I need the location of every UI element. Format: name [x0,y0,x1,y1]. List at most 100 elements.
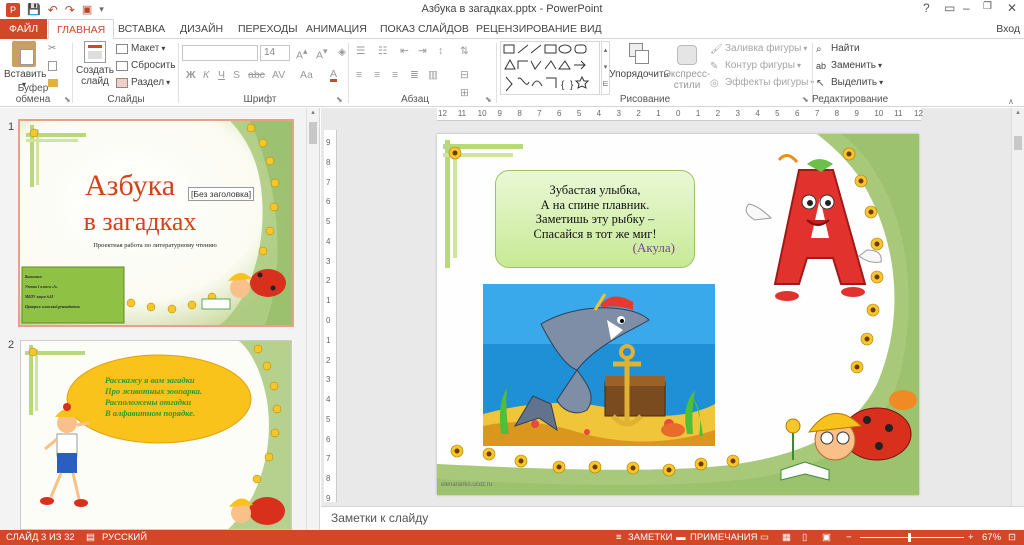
tab-insert[interactable]: ВСТАВКА [116,19,167,39]
copy-button[interactable] [48,61,60,71]
quick-styles-button[interactable]: Экспресс- стили [662,41,712,91]
fit-to-window-icon[interactable]: ⊡ [1008,532,1016,543]
tab-animations[interactable]: АНИМАЦИЯ [304,19,369,39]
zoom-level[interactable]: 67% [982,532,1001,543]
select-button[interactable]: ↖ Выделить ▾ [816,77,883,89]
shadow-button[interactable]: S [233,69,240,81]
shape-effects-label: Эффекты фигуры [725,77,809,88]
find-button[interactable]: ⌕ Найти [816,43,860,55]
font-name-input[interactable] [182,45,258,61]
author-line-4: Проверил: классный руководитель [25,305,81,309]
strikethrough-button[interactable]: abc [248,69,265,81]
arrange-button[interactable]: Упорядочить [600,41,670,80]
font-size-input[interactable]: 14 [260,45,290,61]
notes-pane[interactable]: Заметки к слайду [321,506,1024,530]
scroll-thumb[interactable] [309,122,317,144]
restore-button[interactable]: ❐ [983,1,992,12]
section-button[interactable]: Раздел ▾ [116,77,170,88]
slide-counter: СЛАЙД 3 ИЗ 32 [6,532,75,543]
cut-button[interactable]: ✂ [48,43,63,54]
minimize-button[interactable]: – [963,1,970,15]
shape-fill-button[interactable]: 🖌 Заливка фигуры ▾ [710,43,807,55]
zoom-out-button[interactable]: − [846,532,852,543]
align-left-icon[interactable]: ≡ [356,69,362,81]
scroll-up-icon[interactable]: ▴ [307,108,319,116]
columns-icon[interactable]: ▥ [428,69,438,81]
tab-design[interactable]: ДИЗАЙН [178,19,225,39]
align-center-icon[interactable]: ≡ [374,69,380,81]
zoom-slider-thumb[interactable] [908,533,911,542]
underline-button[interactable]: Ч [218,69,225,81]
grow-font-button[interactable]: A▴ [296,46,307,62]
paragraph-launcher-icon[interactable]: ⬊ [485,95,492,104]
layout-icon [116,43,128,54]
quick-styles-icon [675,41,699,67]
help-button[interactable]: ? [923,1,930,15]
ruler-tick-label: 1 [656,109,661,118]
ruler-tick-label: 3 [616,109,621,118]
change-case-button[interactable]: Aa [300,69,313,81]
font-launcher-icon[interactable]: ⬊ [336,95,343,104]
shape-outline-button[interactable]: ✎ Контур фигуры ▾ [710,60,801,72]
justify-icon[interactable]: ≣ [410,69,419,81]
tab-review[interactable]: РЕЦЕНЗИРОВАНИЕ [474,19,579,39]
ruler-tick-label: 1 [695,109,701,118]
current-slide[interactable]: Зубастая улыбка, А на спине плавник. Зам… [437,134,919,495]
collapse-ribbon-icon[interactable]: ∧ [1008,97,1014,106]
ruler-tick-label: 4 [596,109,602,118]
reset-button[interactable]: Сбросить [116,60,175,71]
tab-home[interactable]: ГЛАВНАЯ [48,19,115,40]
ruler-tick-label: 6 [557,109,562,118]
replace-button[interactable]: ab Заменить ▾ [816,60,882,71]
increase-indent-icon[interactable]: ⇥ [418,45,427,57]
clear-format-icon[interactable]: ◈ [338,46,346,58]
new-slide-button[interactable]: Создать слайд [76,41,114,87]
paste-button[interactable]: Вставить ▾ [4,41,46,89]
scroll-thumb[interactable] [1014,136,1022,150]
clipboard-launcher-icon[interactable]: ⬊ [64,95,71,104]
align-text-icon[interactable]: ⊟ [460,69,469,81]
ruler-tick-label: 8 [517,109,522,118]
svg-text:}: } [570,80,574,91]
layout-button[interactable]: Макет ▾ [116,43,165,54]
text-direction-icon[interactable]: ⇅ [460,45,469,57]
line-spacing-icon[interactable]: ↕ [438,45,443,57]
scroll-up-icon[interactable]: ▴ [1012,108,1024,116]
numbering-icon[interactable]: ☷ [378,45,387,57]
align-right-icon[interactable]: ≡ [392,69,398,81]
tab-view[interactable]: ВИД [578,19,604,39]
normal-view-icon[interactable]: ▭ [760,532,769,543]
comments-toggle[interactable]: ПРИМЕЧАНИЯ [690,532,757,543]
close-button[interactable]: ✕ [1007,1,1017,15]
riddle-line-4: Спасайся в тот же миг! [533,226,657,241]
spellcheck-icon[interactable]: ▤ [86,532,95,543]
slide-sorter-icon[interactable]: ▦ [782,532,791,543]
slide-thumbnail-1[interactable]: Азбука в загадках [Без заголовка] Проект… [18,119,294,327]
language-indicator[interactable]: РУССКИЙ [102,532,147,543]
tab-file[interactable]: ФАЙЛ [0,19,48,39]
fill-bucket-icon: 🖌 [710,43,723,55]
drawing-launcher-icon[interactable]: ⬊ [802,95,809,104]
notes-toggle[interactable]: ЗАМЕТКИ [628,532,673,543]
tab-slideshow[interactable]: ПОКАЗ СЛАЙДОВ [378,19,471,39]
spacing-button[interactable]: AV [272,69,285,81]
slideshow-icon[interactable]: ▣ [822,532,831,543]
bullets-icon[interactable]: ☰ [356,45,365,57]
tab-transitions[interactable]: ПЕРЕХОДЫ [236,19,300,39]
italic-button[interactable]: К [203,69,209,81]
zoom-in-button[interactable]: + [968,532,974,543]
editor-scrollbar[interactable]: ▴ [1011,108,1024,506]
sign-in-link[interactable]: Вход [996,19,1020,39]
reading-view-icon[interactable]: ▯ [802,532,807,543]
shape-effects-button[interactable]: ◎Эффекты фигуры▾ [710,77,814,89]
bold-button[interactable]: Ж [186,69,196,81]
shapes-gallery[interactable]: { } [500,41,600,95]
zoom-slider[interactable] [860,537,964,538]
font-color-button[interactable]: A [330,69,338,82]
thumbnails-scrollbar[interactable]: ▴ [306,108,319,530]
slide-thumbnail-2[interactable]: Расскажу я вам загадки Про животных зооп… [20,340,292,530]
shrink-font-button[interactable]: A▾ [316,46,327,62]
ribbon-display-icon[interactable]: ▭ [944,1,955,15]
notes-placeholder[interactable]: Заметки к слайду [331,511,428,525]
decrease-indent-icon[interactable]: ⇤ [400,45,409,57]
